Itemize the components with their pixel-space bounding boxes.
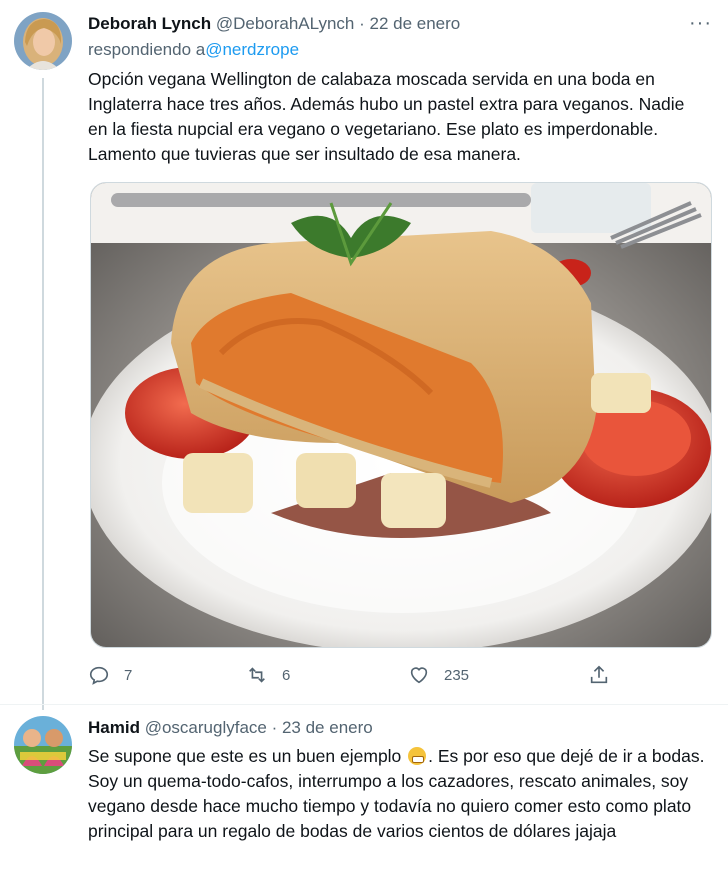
share-icon: [590, 665, 608, 684]
separator: ·: [266, 718, 282, 737]
replying-prefix: respondiendo a: [88, 40, 206, 59]
replying-handle-link[interactable]: @nerdzrope: [205, 40, 299, 59]
tweet-header: Deborah Lynch @DeborahALynch · 22 de ene…: [88, 13, 460, 35]
avatar[interactable]: [14, 12, 72, 70]
tweet-text: Opción vegana Wellington de calabaza mos…: [88, 69, 685, 164]
separator: ·: [354, 14, 370, 33]
grimacing-face-icon: [408, 747, 427, 765]
reply-icon: [89, 666, 109, 685]
avatar[interactable]: [14, 716, 72, 774]
tweet-date[interactable]: 22 de enero: [370, 14, 461, 33]
reply-button[interactable]: 7: [88, 664, 132, 686]
tweet-divider: [0, 704, 728, 705]
author-name[interactable]: Hamid: [88, 718, 140, 737]
tweet-text-part: Se supone que este es un buen ejemplo: [88, 746, 407, 766]
share-button[interactable]: [588, 664, 624, 686]
heart-icon: [410, 667, 428, 684]
tweet-text: Se supone que este es un buen ejemplo . …: [88, 744, 716, 844]
tweet-photo[interactable]: [90, 182, 712, 648]
thread-connector-line: [42, 78, 44, 710]
reply-count: 7: [124, 666, 133, 684]
tweet-date[interactable]: 23 de enero: [282, 718, 373, 737]
replying-to: respondiendo a@nerdzrope: [88, 40, 299, 60]
author-handle[interactable]: @oscaruglyface: [145, 718, 267, 737]
more-options-icon[interactable]: ···: [689, 12, 712, 35]
retweet-button[interactable]: 6: [246, 664, 290, 686]
author-name[interactable]: Deborah Lynch: [88, 14, 211, 33]
retweet-count: 6: [282, 666, 291, 684]
retweet-icon: [249, 667, 265, 683]
like-button[interactable]: 235: [408, 664, 469, 686]
tweet-actions: 7 6 235: [88, 664, 628, 690]
tweet-header: Hamid @oscaruglyface · 23 de enero: [88, 717, 373, 739]
author-handle[interactable]: @DeborahALynch: [216, 14, 355, 33]
like-count: 235: [444, 666, 470, 684]
